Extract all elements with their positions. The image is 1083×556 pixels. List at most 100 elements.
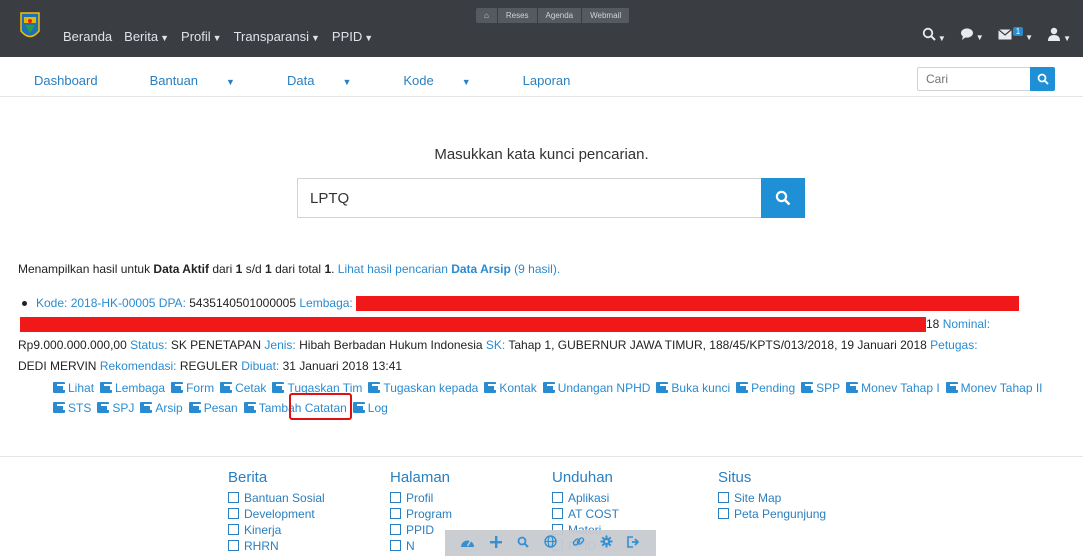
share-icon (243, 402, 256, 413)
checkbox-icon (552, 508, 563, 519)
footer-link-label: Profil (406, 491, 434, 505)
gear-icon[interactable] (600, 535, 613, 551)
action-arsip[interactable]: Arsip (140, 398, 183, 418)
action-sts[interactable]: STS (53, 398, 91, 418)
action-buka-kunci[interactable]: Buka kunci (656, 378, 730, 398)
share-icon (53, 402, 65, 413)
search-icon (775, 190, 791, 206)
globe-icon[interactable] (544, 535, 557, 551)
footer-link[interactable]: Bantuan Sosial (228, 490, 325, 506)
checkbox-icon (552, 492, 563, 503)
footer-link[interactable]: Program (390, 506, 452, 522)
chat-icon[interactable]: ▼ (960, 27, 984, 44)
action-label: Cetak (235, 381, 267, 395)
quick-link-reses[interactable]: Reses (497, 8, 538, 23)
action-lembaga[interactable]: Lembaga (100, 378, 165, 398)
mail-badge: 1 (1012, 27, 1024, 36)
nav-item-label: PPID (331, 29, 363, 44)
footer-link[interactable]: Aplikasi (552, 490, 619, 506)
footer-link-label: N (406, 539, 415, 553)
share-icon (352, 402, 365, 413)
action-label: STS (68, 401, 92, 415)
province-logo[interactable] (19, 11, 41, 43)
checkbox-icon (390, 524, 401, 535)
kode-value[interactable]: 2018-HK-00005 (71, 296, 156, 310)
main-search-input[interactable] (297, 178, 761, 218)
dibuat-label: Dibuat: (241, 359, 280, 373)
footer-link[interactable]: Profil (390, 490, 452, 506)
status-value: SK PENETAPAN (170, 338, 262, 352)
footer-col-heading: Berita (228, 469, 268, 486)
mail-icon[interactable]: 1▼ (997, 27, 1033, 44)
checkbox-icon (228, 508, 239, 519)
footer-link[interactable]: PPID (390, 522, 452, 538)
home-icon[interactable]: ⌂ (476, 8, 498, 23)
navbar-search-button[interactable] (1030, 67, 1055, 91)
kode-label: Kode: (36, 296, 68, 310)
footer-link[interactable]: Development (228, 506, 325, 522)
share-icon (188, 402, 201, 413)
footer-link[interactable]: RHRN (228, 538, 325, 554)
share-icon (846, 382, 859, 393)
share-icon (542, 382, 555, 393)
user-icon[interactable]: ▼ (1047, 27, 1071, 44)
result-item: Kode: 2018-HK-00005 DPA: 543514050100000… (18, 293, 1076, 377)
search-icon[interactable] (517, 535, 529, 551)
action-tugaskan-kepada[interactable]: Tugaskan kepada (368, 378, 478, 398)
share-icon (171, 382, 184, 393)
footer-link[interactable]: Kinerja (228, 522, 325, 538)
action-monev-tahap-i[interactable]: Monev Tahap I (846, 378, 940, 398)
dashboard-icon[interactable] (460, 535, 475, 551)
subnav-item-dashboard[interactable]: Dashboard (34, 73, 124, 88)
action-log[interactable]: Log (352, 398, 388, 418)
action-spj[interactable]: SPJ (97, 398, 134, 418)
nav-item-profil[interactable]: Profil ▼ (181, 29, 222, 44)
summary-text: s/d (242, 262, 266, 276)
share-icon (100, 382, 113, 393)
caret-down-icon: ▼ (342, 77, 352, 87)
footer-link[interactable]: Peta Pengunjung (718, 506, 826, 522)
action-pesan[interactable]: Pesan (188, 398, 238, 418)
action-spp[interactable]: SPP (801, 378, 840, 398)
signout-icon[interactable] (627, 535, 640, 551)
footer-link[interactable]: Site Map (718, 490, 826, 506)
action-pending[interactable]: Pending (736, 378, 795, 398)
action-label: Monev Tahap I (861, 381, 940, 395)
subnav-item-data[interactable]: Data ▼ (287, 73, 377, 88)
share-icon (801, 382, 814, 393)
quick-link-agenda[interactable]: Agenda (537, 8, 583, 23)
nav-item-beranda[interactable]: Beranda (63, 29, 112, 44)
action-cetak[interactable]: Cetak (220, 378, 266, 398)
footer-link[interactable]: AT COST (552, 506, 619, 522)
subnav-item-label: Laporan (522, 73, 571, 88)
search-icon[interactable]: ▼ (922, 27, 946, 44)
archive-results-link[interactable]: Lihat hasil pencarian Data Arsip (9 hasi… (338, 262, 560, 276)
action-label: Log (367, 401, 388, 415)
nav-item-ppid[interactable]: PPID ▼ (332, 29, 373, 44)
share-icon (484, 382, 497, 393)
action-monev-tahap-ii[interactable]: Monev Tahap II (945, 378, 1043, 398)
plus-icon[interactable] (490, 535, 503, 551)
action-kontak[interactable]: Kontak (484, 378, 537, 398)
nav-item-berita[interactable]: Berita ▼ (124, 29, 169, 44)
quick-link-webmail[interactable]: Webmail (582, 8, 631, 23)
share-icon (736, 382, 749, 393)
subnav-item-bantuan[interactable]: Bantuan ▼ (150, 73, 261, 88)
redaction-bar (20, 317, 926, 333)
footer-link[interactable]: N (390, 538, 452, 554)
nav-item-transparansi[interactable]: Transparansi ▼ (234, 29, 320, 44)
share-icon (220, 382, 233, 393)
dibuat-value: 31 Januari 2018 13:41 (282, 359, 403, 373)
link-icon[interactable] (572, 535, 585, 551)
summary-text: Menampilkan hasil untuk (18, 262, 154, 276)
navbar-search-input[interactable] (917, 67, 1030, 91)
footer-link-label: Peta Pengunjung (734, 507, 827, 521)
action-form[interactable]: Form (171, 378, 214, 398)
subnav-item-kode[interactable]: Kode ▼ (403, 73, 496, 88)
footer-col-situs: Situs Site Map Peta Pengunjung (718, 468, 826, 522)
subnav-item-laporan[interactable]: Laporan (523, 73, 597, 88)
main-search-button[interactable] (761, 178, 805, 218)
action-lihat[interactable]: Lihat (53, 378, 94, 398)
main-nav: Beranda Berita ▼ Profil ▼ Transparansi ▼ PPID ▼ (63, 29, 373, 44)
action-undangan-nphd[interactable]: Undangan NPHD (542, 378, 650, 398)
